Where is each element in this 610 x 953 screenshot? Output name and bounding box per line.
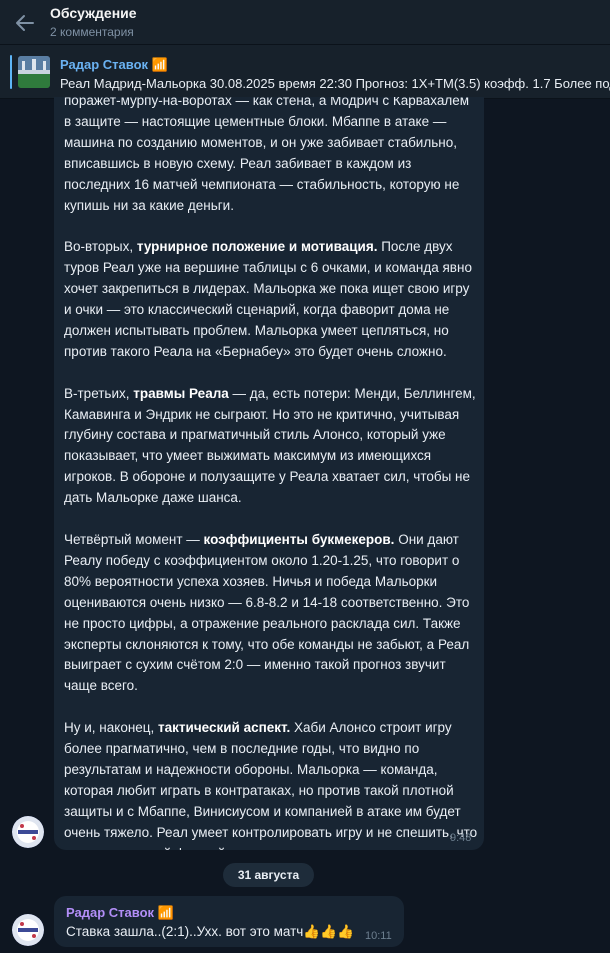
message-paragraph: В-третьих, травмы Реала — да, есть потер…: [64, 384, 479, 509]
bold-text: травмы Реала: [133, 385, 229, 401]
date-separator: 31 августа: [223, 863, 314, 887]
pinned-thumbnail: [18, 56, 50, 88]
message-paragraph: поражет-мурпу-на-воротах — как стена, а …: [64, 97, 479, 216]
pinned-accent-bar: [10, 55, 12, 89]
message-bubble: поражет-мурпу-на-воротах — как стена, а …: [54, 97, 484, 850]
top-bar: Обсуждение 2 комментария: [0, 0, 610, 44]
message-time: 9:48: [450, 832, 472, 844]
text-span: Они дают Реалу победу с коэффициентом ок…: [64, 531, 470, 694]
bold-text: турнирное положение и мотивация.: [136, 239, 378, 255]
text-span: — да, есть потери: Менди, Беллингем, Кам…: [64, 385, 476, 506]
text-span: Четвёртый момент —: [64, 531, 204, 547]
message-paragraph: Четвёртый момент — коэффициенты букмекер…: [64, 530, 479, 697]
text-span: После двух туров Реал уже на вершине таб…: [64, 239, 472, 359]
avatar[interactable]: [12, 816, 44, 848]
avatar[interactable]: [12, 914, 44, 946]
text-span: Во-вторых,: [64, 239, 137, 255]
text-span: В-третьих,: [64, 385, 134, 401]
message-paragraph: Ну и, наконец, тактический аспект. Хаби …: [64, 718, 479, 850]
message-text: поражет-мурпу-на-воротах — как стена, а …: [64, 97, 479, 850]
text-span: Ну и, наконец,: [64, 720, 159, 736]
text-span: поражет-мурпу-на-воротах — как стена, а …: [64, 97, 470, 108]
bold-text: тактический аспект.: [158, 720, 291, 736]
pinned-preview-text: Реал Мадрид-Мальорка 30.08.2025 время 22…: [60, 76, 610, 91]
message-text: Ставка зашла..(2:1)..Ухх. вот это матч👍👍…: [66, 924, 354, 939]
message-bubble: Радар Ставок 📶 Ставка зашла..(2:1)..Ухх.…: [54, 896, 404, 947]
page-title: Обсуждение: [50, 5, 137, 21]
message-author[interactable]: Радар Ставок 📶: [66, 905, 174, 921]
pinned-post[interactable]: Радар Ставок 📶 Реал Мадрид-Мальорка 30.0…: [0, 44, 610, 99]
text-span: в защите — настоящие цементные блоки. Мб…: [64, 113, 460, 213]
back-arrow-icon[interactable]: [14, 12, 36, 34]
message-paragraph: Во-вторых, турнирное положение и мотивац…: [64, 237, 479, 362]
bold-text: коэффициенты букмекеров.: [203, 531, 395, 547]
comment-count: 2 комментария: [50, 25, 134, 39]
message-time: 10:11: [365, 930, 392, 942]
text-span: Хаби Алонсо строит игру более прагматичн…: [64, 720, 478, 850]
pinned-channel-name: Радар Ставок 📶: [60, 57, 168, 72]
